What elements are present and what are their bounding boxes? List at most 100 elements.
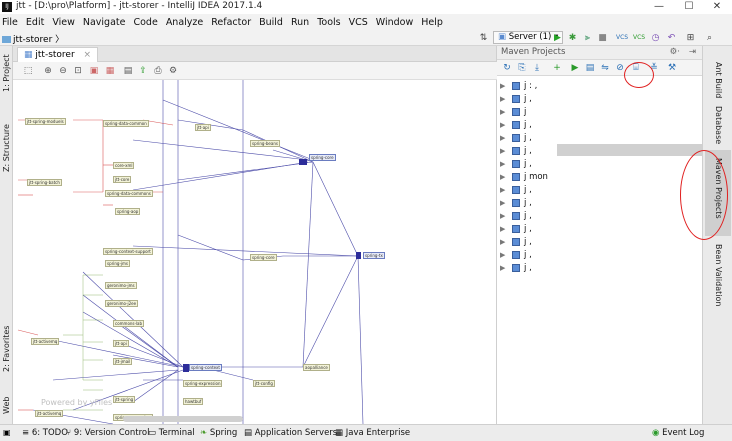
menu-refactor[interactable]: Refactor: [211, 17, 251, 28]
list-item[interactable]: ▶ j ,: [497, 262, 702, 274]
expand-arrow-icon[interactable]: ▶: [500, 158, 505, 170]
list-item[interactable]: ▶ j mon: [497, 171, 702, 183]
download-icon[interactable]: ⤓: [532, 63, 542, 73]
diagram-node[interactable]: jtt-spring-moduels: [25, 118, 66, 125]
menu-run[interactable]: Run: [291, 17, 309, 28]
diagram-node[interactable]: jtt-jmail: [113, 358, 133, 365]
diagram-node[interactable]: spring-core: [250, 254, 277, 261]
settings-icon[interactable]: ⚙: [168, 66, 178, 76]
menu-build[interactable]: Build: [259, 17, 283, 28]
expand-arrow-icon[interactable]: ▶: [500, 132, 505, 144]
project-structure-icon[interactable]: ⊞: [685, 33, 696, 43]
diagram-node[interactable]: spring-jms: [105, 260, 130, 267]
expand-arrow-icon[interactable]: ▶: [500, 119, 505, 131]
coverage-icon[interactable]: ⫸: [582, 33, 593, 43]
tab-ant-build[interactable]: Ant Build: [714, 62, 723, 98]
list-item[interactable]: ▶ j ,: [497, 249, 702, 261]
zoom-in-icon[interactable]: ⊕: [43, 66, 53, 76]
list-item[interactable]: ▶ j ,: [497, 236, 702, 248]
expand-arrow-icon[interactable]: ▶: [500, 93, 505, 105]
vcs-update-icon[interactable]: VCS: [616, 33, 628, 43]
menu-code[interactable]: Code: [133, 17, 157, 28]
toggle-offline-icon[interactable]: ⇋: [600, 63, 610, 73]
diagram-node[interactable]: hawtbuf: [183, 398, 204, 405]
diagram-node[interactable]: jtt-api: [195, 124, 211, 131]
vcs-commit-icon[interactable]: VCS: [633, 33, 645, 43]
application-servers-tab[interactable]: ▤ Application Servers: [244, 428, 337, 438]
diagram-node[interactable]: spring-context-support: [103, 248, 153, 255]
generate-sources-icon[interactable]: ⎘: [517, 63, 527, 73]
expand-arrow-icon[interactable]: ▶: [500, 262, 505, 274]
expand-arrow-icon[interactable]: ▶: [500, 210, 505, 222]
print-icon[interactable]: ⎙: [153, 66, 163, 76]
list-item[interactable]: ▶ j ,: [497, 132, 702, 144]
list-item[interactable]: ▶ j ,: [497, 184, 702, 196]
menu-tools[interactable]: Tools: [317, 17, 340, 28]
terminal-tab[interactable]: ▭ Terminal: [148, 428, 195, 438]
tab-structure[interactable]: Z: Structure: [2, 124, 11, 172]
event-log-tab[interactable]: ◉ Event Log: [652, 428, 704, 438]
hide-panel-icon[interactable]: ⇥: [689, 46, 696, 59]
list-item[interactable]: ▶ j ,: [497, 158, 702, 170]
tab-web[interactable]: Web: [2, 397, 11, 414]
menu-view[interactable]: View: [52, 17, 75, 28]
panel-settings-icon[interactable]: ⚙·: [670, 46, 680, 59]
java-enterprise-tab[interactable]: ▦ Java Enterprise: [335, 428, 410, 438]
diagram-node[interactable]: spring-beans: [250, 140, 280, 147]
zoom-out-icon[interactable]: ⊖: [58, 66, 68, 76]
diagram-node[interactable]: jtt-spring-batch: [27, 179, 62, 186]
horizontal-scrollbar[interactable]: [123, 416, 243, 422]
expand-arrow-icon[interactable]: ▶: [500, 171, 505, 183]
diagram-node[interactable]: spring-expression: [183, 380, 223, 387]
diagram-node[interactable]: spring-context: [189, 364, 222, 371]
save-icon[interactable]: ▤: [123, 66, 133, 76]
list-item[interactable]: ▶ j ,: [497, 119, 702, 131]
diagram-node[interactable]: jtt-activemq: [35, 410, 64, 417]
diagram-node[interactable]: spring-tx: [363, 252, 385, 259]
history-icon[interactable]: ◷: [650, 33, 661, 43]
spring-tab[interactable]: ❧ Spring: [200, 428, 237, 438]
diagram-node[interactable]: jtt-api: [113, 340, 129, 347]
minimize-button[interactable]: —: [644, 0, 674, 14]
version-control-tab[interactable]: ⑂ 9: Version Control: [66, 428, 149, 438]
tool-windows-icon[interactable]: ▣: [3, 428, 11, 437]
close-window-button[interactable]: ✕: [702, 0, 732, 14]
run-goal-icon[interactable]: ▶: [570, 63, 580, 73]
close-tab-icon[interactable]: ×: [84, 50, 92, 60]
expand-arrow-icon[interactable]: ▶: [500, 223, 505, 235]
maven-settings-icon[interactable]: ⚒: [667, 63, 677, 73]
menu-window[interactable]: Window: [376, 17, 413, 28]
expand-arrow-icon[interactable]: ▶: [500, 184, 505, 196]
search-everywhere-icon[interactable]: ⌕: [704, 33, 715, 43]
diagram-node[interactable]: spring-core: [309, 154, 336, 161]
debug-icon[interactable]: ✱: [567, 33, 578, 43]
revert-icon[interactable]: ↶: [666, 33, 677, 43]
list-item[interactable]: ▶ j ,: [497, 210, 702, 222]
tab-database[interactable]: Database: [714, 106, 723, 144]
tab-favorites[interactable]: 2: Favorites: [2, 326, 11, 372]
select-icon[interactable]: ⬚: [23, 66, 33, 76]
run-config-maven-icon[interactable]: ▤: [585, 63, 595, 73]
list-item[interactable]: ▶ j ,: [497, 93, 702, 105]
todo-tab[interactable]: ≡ 6: TODO: [22, 428, 68, 438]
menu-navigate[interactable]: Navigate: [83, 17, 126, 28]
diagram-node[interactable]: jtt-config: [253, 380, 275, 387]
diagram-node[interactable]: commons-lab: [113, 320, 145, 327]
menu-help[interactable]: Help: [421, 17, 443, 28]
tab-jtt-storer[interactable]: ▦ jtt-storer ×: [17, 47, 99, 62]
diagram-node[interactable]: aopalliance: [303, 364, 330, 371]
stop-icon[interactable]: ■: [597, 33, 608, 43]
menu-analyze[interactable]: Analyze: [166, 17, 203, 28]
expand-arrow-icon[interactable]: ▶: [500, 197, 505, 209]
breadcrumb[interactable]: jtt-storer 〉: [2, 32, 64, 45]
run-icon[interactable]: ▶: [552, 33, 563, 43]
dependency-diagram[interactable]: jtt-spring-moduels spring-data-common jt…: [13, 80, 497, 424]
expand-arrow-icon[interactable]: ▶: [500, 145, 505, 157]
diagram-node[interactable]: geronimo-jms: [105, 282, 137, 289]
diagram-node[interactable]: jtt-core: [113, 176, 132, 183]
expand-arrow-icon[interactable]: ▶: [500, 236, 505, 248]
diagram-node[interactable]: core-xml: [113, 162, 135, 169]
expand-arrow-icon[interactable]: ▶: [500, 249, 505, 261]
actual-size-icon[interactable]: ⊡: [73, 66, 83, 76]
diagram-node[interactable]: spring-aop: [115, 208, 141, 215]
